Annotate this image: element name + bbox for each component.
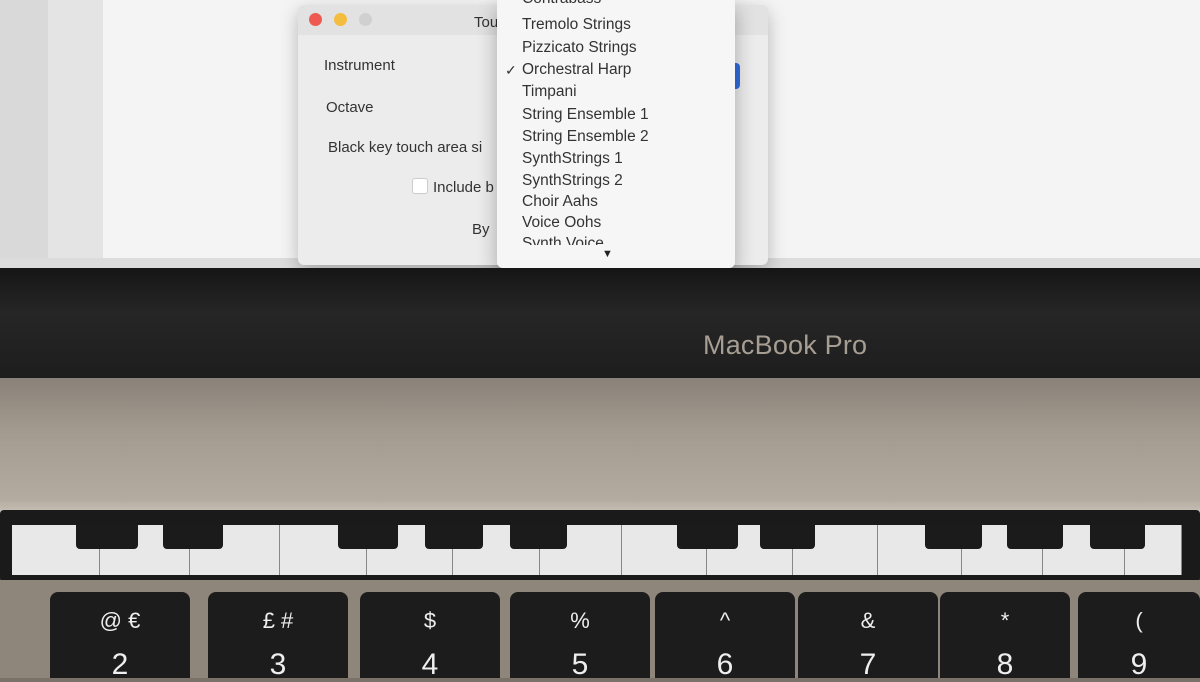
include-label: Include b — [433, 179, 494, 196]
instrument-label: Instrument — [324, 57, 395, 74]
key-symbol: $ — [423, 608, 437, 633]
key-symbol: * — [1000, 608, 1010, 633]
app-sidebar-secondary — [48, 0, 103, 270]
key-number: 2 — [111, 648, 129, 681]
close-button[interactable] — [309, 13, 322, 26]
piano-black-key[interactable] — [425, 525, 483, 549]
screen-bezel — [0, 268, 1200, 380]
brand-logo-text: MacBook Pro — [703, 330, 868, 360]
keyboard: @ €2 £ #3 $4% 5 ^ 6 & 7 * 8(9 — [0, 580, 1200, 681]
minimize-button[interactable] — [334, 13, 347, 26]
key-number: 9 — [1130, 648, 1148, 681]
menu-item-selected[interactable]: Orchestral Harp — [522, 61, 631, 79]
laptop-deck — [0, 378, 1200, 513]
menu-item-partial[interactable]: Synth Voice — [522, 235, 604, 245]
key-symbol: ^ — [719, 608, 731, 633]
app-sidebar — [0, 0, 48, 270]
key-symbol: @ € — [99, 608, 141, 633]
keyboard-key-8[interactable]: * 8 — [940, 592, 1070, 681]
black-key-size-label: Black key touch area si — [328, 139, 483, 156]
menu-item[interactable]: Choir Aahs — [522, 193, 598, 211]
key-number: 8 — [996, 648, 1014, 681]
keyboard-key-4[interactable]: $4 — [360, 592, 500, 681]
menu-item[interactable]: Contrabass — [522, 0, 601, 8]
piano-black-key[interactable] — [1090, 525, 1145, 549]
key-number: 6 — [716, 648, 734, 681]
key-symbol: £ # — [262, 608, 294, 633]
piano-black-key[interactable] — [760, 525, 815, 549]
keyboard-key-2[interactable]: @ € 2 — [50, 592, 190, 681]
zoom-button[interactable] — [359, 13, 372, 26]
keyboard-key-7[interactable]: & 7 — [798, 592, 938, 681]
octave-label: Octave — [326, 99, 374, 116]
keyboard-key-3[interactable]: £ # 3 — [208, 592, 348, 681]
piano-black-key[interactable] — [677, 525, 738, 549]
menu-item[interactable]: Pizzicato Strings — [522, 39, 637, 57]
piano-black-key[interactable] — [510, 525, 567, 549]
menu-item[interactable]: SynthStrings 2 — [522, 172, 623, 190]
scroll-down-arrow-icon[interactable]: ▼ — [602, 248, 613, 260]
key-number: 7 — [859, 648, 877, 681]
window-title: Tou — [474, 14, 499, 31]
menu-item[interactable]: String Ensemble 2 — [522, 128, 649, 146]
piano-black-key[interactable] — [163, 525, 223, 549]
menu-item[interactable]: Tremolo Strings — [522, 16, 631, 34]
by-label: By — [472, 221, 490, 238]
piano-black-key[interactable] — [338, 525, 398, 549]
key-symbol: % — [570, 608, 590, 633]
key-number: 4 — [421, 648, 439, 681]
instrument-dropdown-menu: Contrabass Tremolo Strings Pizzicato Str… — [497, 0, 735, 268]
key-symbol: ( — [1135, 608, 1143, 633]
piano-black-key[interactable] — [1007, 525, 1063, 549]
menu-item[interactable]: Timpani — [522, 83, 577, 101]
laptop-screen: Tou Instrument Octave Black key touch ar… — [0, 0, 1200, 292]
keyboard-key-5[interactable]: % 5 — [510, 592, 650, 681]
key-symbol: & — [860, 608, 876, 633]
touch-bar-piano[interactable] — [12, 525, 1182, 575]
checkmark-icon: ✓ — [505, 62, 517, 78]
keyboard-key-6[interactable]: ^ 6 — [655, 592, 795, 681]
piano-black-key[interactable] — [76, 525, 138, 549]
menu-item[interactable]: SynthStrings 1 — [522, 150, 623, 168]
menu-item[interactable]: String Ensemble 1 — [522, 106, 649, 124]
key-number: 3 — [269, 648, 287, 681]
keyboard-key-9[interactable]: (9 — [1078, 592, 1200, 681]
include-checkbox[interactable] — [412, 178, 428, 194]
piano-black-key[interactable] — [925, 525, 982, 549]
menu-item[interactable]: Voice Oohs — [522, 214, 601, 232]
key-number: 5 — [571, 648, 589, 681]
